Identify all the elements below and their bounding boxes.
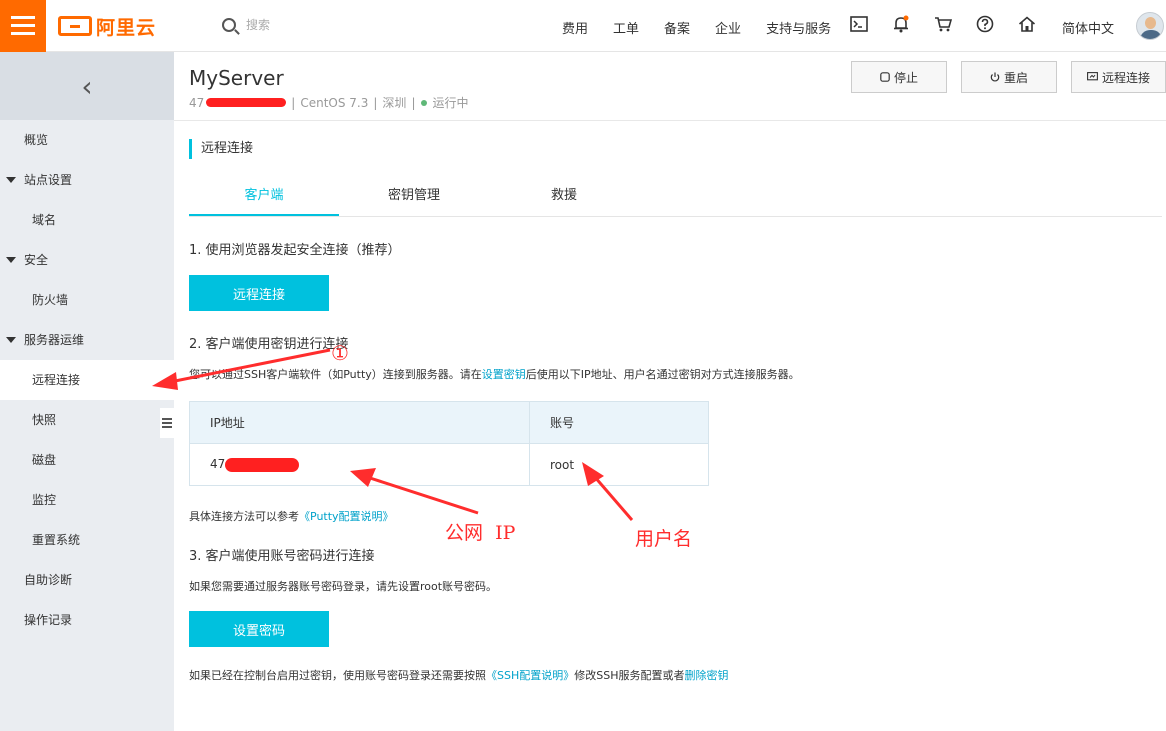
header-actions: 停止 重启 远程连接: [851, 61, 1166, 93]
aliyun-logo[interactable]: 阿里云: [58, 15, 156, 39]
restart-button[interactable]: 重启: [961, 61, 1057, 93]
sidebar-item-self-diagnosis[interactable]: 自助诊断: [0, 560, 174, 600]
home-icon[interactable]: [1018, 15, 1036, 33]
annotation-public-ip: 公网 IP: [445, 522, 516, 544]
search-input[interactable]: 搜索: [246, 16, 270, 33]
set-key-link[interactable]: 设置密钥: [482, 368, 526, 381]
status-badge: 运行中: [432, 96, 469, 110]
nav-support[interactable]: 支持与服务: [766, 18, 831, 37]
annotation-marker: ①: [331, 341, 349, 365]
caret-down-icon: [6, 257, 16, 263]
chevron-left-icon[interactable]: ‹: [0, 52, 174, 120]
cart-icon[interactable]: [934, 15, 952, 33]
ssh-config-link[interactable]: 《SSH配置说明》: [486, 669, 574, 682]
sidebar-item-snapshot[interactable]: 快照: [0, 400, 174, 440]
sidebar-item-monitor[interactable]: 监控: [0, 480, 174, 520]
step1-heading: 1. 使用浏览器发起安全连接（推荐）: [189, 243, 401, 258]
tab-bar: 客户端 密钥管理 救援: [189, 176, 1162, 217]
nav-enterprise[interactable]: 企业: [715, 18, 741, 37]
sidebar-item-server-ops[interactable]: 服务器运维: [0, 320, 174, 360]
ip-cell: 47: [189, 443, 530, 486]
server-os: CentOS 7.3: [300, 95, 369, 110]
sidebar-toggle-icon[interactable]: [160, 408, 174, 438]
avatar[interactable]: [1136, 12, 1164, 40]
language-switch[interactable]: 简体中文: [1062, 18, 1114, 37]
connection-table: IP地址 账号 47 root: [189, 401, 709, 486]
nav-icp[interactable]: 备案: [664, 18, 690, 37]
annotation-username: 用户名: [635, 528, 693, 550]
search-icon: [222, 17, 236, 32]
server-meta: 47 | CentOS 7.3 | 深圳 | 运行中: [189, 95, 469, 111]
sidebar-item-remote-connect[interactable]: 远程连接: [0, 360, 174, 400]
putty-note: 具体连接方法可以参考《Putty配置说明》: [189, 510, 394, 523]
step3-description: 如果您需要通过服务器账号密码登录，请先设置root账号密码。: [189, 580, 498, 593]
nav-billing[interactable]: 费用: [562, 18, 588, 37]
status-dot-icon: [421, 99, 428, 106]
sidebar-item-reset-system[interactable]: 重置系统: [0, 520, 174, 560]
caret-down-icon: [6, 337, 16, 343]
table-header-row: IP地址 账号: [189, 401, 709, 444]
top-bar: 阿里云 搜索 费用 工单 备案 企业 支持与服务 简体中文: [0, 0, 1166, 52]
ip-column-header: IP地址: [189, 401, 530, 444]
page-title: MyServer: [189, 66, 284, 90]
tab-client[interactable]: 客户端: [189, 176, 339, 216]
sidebar-item-site-settings[interactable]: 站点设置: [0, 160, 174, 200]
bell-icon[interactable]: [892, 15, 910, 33]
monitor-icon: [1087, 72, 1098, 81]
footer-note: 如果已经在控制台启用过密钥，使用账号密码登录还需要按照《SSH配置说明》修改SS…: [189, 669, 729, 682]
remote-connect-button[interactable]: 远程连接: [189, 275, 329, 311]
top-icons: [850, 15, 1060, 33]
sidebar-item-overview[interactable]: 概览: [0, 120, 174, 160]
sidebar-item-operation-log[interactable]: 操作记录: [0, 600, 174, 640]
stop-button[interactable]: 停止: [851, 61, 947, 93]
server-region: 深圳: [382, 96, 407, 110]
logo-mark-icon: [58, 16, 92, 36]
sidebar-item-firewall[interactable]: 防火墙: [0, 280, 174, 320]
terminal-icon[interactable]: [850, 15, 868, 33]
server-ip: 47: [189, 95, 205, 110]
step2-heading: 2. 客户端使用密钥进行连接: [189, 337, 349, 352]
remote-connect-header-button[interactable]: 远程连接: [1071, 61, 1166, 93]
help-icon[interactable]: [976, 15, 994, 33]
server-header: MyServer 47 | CentOS 7.3 | 深圳 | 运行中: [189, 66, 469, 111]
power-icon: [990, 72, 1000, 82]
set-password-button[interactable]: 设置密码: [189, 611, 329, 647]
sidebar-item-security[interactable]: 安全: [0, 240, 174, 280]
search-box[interactable]: 搜索: [222, 16, 270, 33]
menu-icon[interactable]: [0, 0, 46, 52]
section-title: 远程连接: [189, 139, 253, 159]
sidebar-item-domain[interactable]: 域名: [0, 200, 174, 240]
top-nav: 费用 工单 备案 企业 支持与服务: [562, 18, 856, 37]
putty-config-link[interactable]: 《Putty配置说明》: [299, 510, 394, 523]
nav-tickets[interactable]: 工单: [613, 18, 639, 37]
stop-icon: [880, 72, 890, 82]
sidebar-item-disk[interactable]: 磁盘: [0, 440, 174, 480]
table-row: 47 root: [189, 443, 709, 486]
public-ip-value: 47: [210, 457, 226, 472]
tab-rescue[interactable]: 救援: [489, 176, 639, 216]
header-divider: [174, 120, 1166, 121]
caret-down-icon: [6, 177, 16, 183]
tab-key-management[interactable]: 密钥管理: [339, 176, 489, 216]
step2-description: 您可以通过SSH客户端软件（如Putty）连接到服务器。请在设置密钥后使用以下I…: [189, 368, 800, 381]
account-cell: root: [529, 443, 709, 486]
redaction-mark: [225, 457, 300, 472]
redaction-mark: [206, 98, 287, 107]
delete-key-link[interactable]: 删除密钥: [685, 669, 729, 682]
sidebar: ‹ 概览 站点设置 域名 安全 防火墙 服务器运维 远程连接 快照 磁盘 监控 …: [0, 52, 174, 731]
step3-heading: 3. 客户端使用账号密码进行连接: [189, 549, 375, 564]
account-column-header: 账号: [529, 401, 709, 444]
